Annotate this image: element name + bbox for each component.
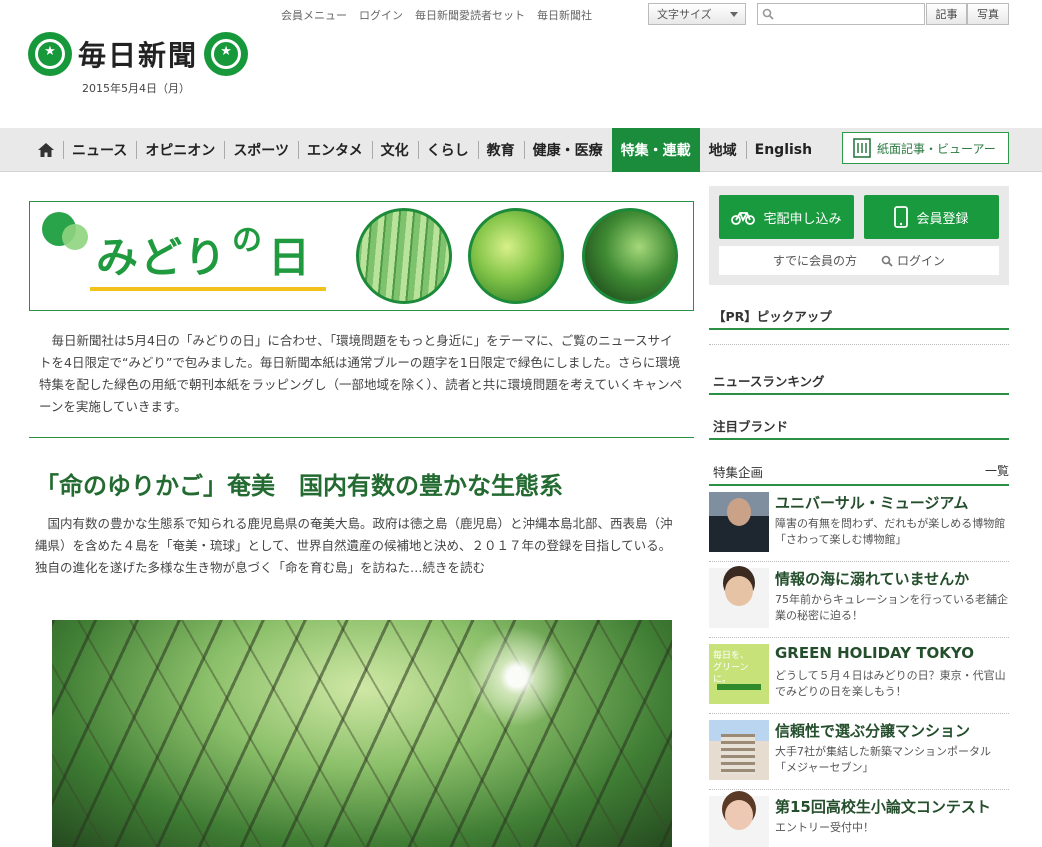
search-icon xyxy=(762,8,774,20)
paper-viewer-button[interactable]: 紙面記事・ビューアー xyxy=(842,132,1009,164)
divider xyxy=(709,328,1009,330)
article-lead: 国内有数の豊かな生態系で知られる鹿児島県の奄美大島。政府は徳之島（鹿児島）と沖縄… xyxy=(35,513,683,579)
divider xyxy=(29,437,694,438)
feature-title[interactable]: 信頼性で選ぶ分譲マンション xyxy=(775,720,970,741)
divider xyxy=(709,789,1009,790)
feature-thumbnail xyxy=(709,492,769,552)
article-headline[interactable]: 「命のゆりかご」奄美 国内有数の豊かな生態系 xyxy=(35,466,563,501)
special-heading: 特集企画 xyxy=(713,465,764,480)
nav-education[interactable]: 教育 xyxy=(477,128,524,172)
feature-thumbnail: 毎日を、グリーンに。 xyxy=(709,644,769,704)
feature-item[interactable]: 情報の海に溺れていませんか 75年前からキュレーションを行っている老舗企業の秘密… xyxy=(709,568,1009,634)
link-company[interactable]: 毎日新聞社 xyxy=(537,7,592,23)
feature-thumbnail xyxy=(709,720,769,780)
main-nav: ニュース オピニオン スポーツ エンタメ 文化 くらし 教育 健康・医療 特集・… xyxy=(0,128,1042,172)
nav-opinion[interactable]: オピニオン xyxy=(136,128,224,172)
feature-desc: どうして５月４日はみどりの日？東京・代官山でみどりの日を楽しもう！ xyxy=(775,669,1006,698)
paper-viewer-label: 紙面記事・ビューアー xyxy=(877,141,996,156)
feature-title[interactable]: 情報の海に溺れていませんか xyxy=(775,568,969,589)
nav-sports[interactable]: スポーツ xyxy=(224,128,298,172)
top-links: 会員メニュー ログイン 毎日新聞愛読者セット 毎日新聞社 xyxy=(281,7,592,23)
article-photo[interactable] xyxy=(52,620,672,847)
news-ranking-heading[interactable]: ニュースランキング xyxy=(709,371,1009,390)
article-lead-text: 国内有数の豊かな生態系で知られる鹿児島県の奄美大島。政府は徳之島（鹿児島）と沖縄… xyxy=(35,516,673,575)
sidebar-login-link[interactable]: ログイン xyxy=(881,252,945,269)
feature-title[interactable]: ユニバーサル・ミュージアム xyxy=(775,492,968,513)
divider xyxy=(709,393,1009,395)
font-size-select[interactable]: 文字サイズ xyxy=(648,3,746,25)
banner-title-end: 日 xyxy=(268,233,313,282)
nav-features[interactable]: 特集・連載 xyxy=(611,128,700,172)
banner-underline xyxy=(90,287,326,291)
feature-desc: 75年前からキュレーションを行っている老舗企業の秘密に迫る！ xyxy=(775,593,1009,622)
midori-banner[interactable]: みどり の日 xyxy=(29,201,694,311)
forest-photo xyxy=(582,208,678,304)
link-member-menu[interactable]: 会員メニュー xyxy=(281,7,347,23)
link-login[interactable]: ログイン xyxy=(359,7,403,23)
divider xyxy=(709,561,1009,562)
nav-life[interactable]: くらし xyxy=(417,128,478,172)
bamboo-photo xyxy=(356,208,452,304)
nav-region[interactable]: 地域 xyxy=(700,128,746,172)
feature-thumbnail xyxy=(709,568,769,628)
home-icon[interactable] xyxy=(29,128,63,172)
feature-desc: 大手7社が集結した新築マンションポータル「メジャーセブン」 xyxy=(775,745,991,774)
feature-title[interactable]: 第15回高校生小論文コンテスト xyxy=(775,796,991,817)
decor-circle xyxy=(62,224,88,250)
site-logo[interactable]: 毎日新聞 xyxy=(28,32,249,76)
divider xyxy=(709,438,1009,440)
register-button[interactable]: 会員登録 xyxy=(864,195,999,239)
chevron-down-icon xyxy=(730,12,738,17)
divider xyxy=(709,637,1009,638)
font-size-label: 文字サイズ xyxy=(657,8,712,21)
nav-health[interactable]: 健康・医療 xyxy=(523,128,612,172)
feature-item[interactable]: 第15回高校生小論文コンテスト エントリー受付中！ xyxy=(709,796,1009,847)
sidebar-login-label: ログイン xyxy=(897,254,946,268)
feature-item[interactable]: 毎日を、グリーンに。 GREEN HOLIDAY TOKYO どうして５月４日は… xyxy=(709,644,1009,710)
search-articles-button[interactable]: 記事 xyxy=(926,3,967,25)
nav-english[interactable]: English xyxy=(745,128,821,172)
banner-title: みどり の日 xyxy=(96,223,313,285)
nav-culture[interactable]: 文化 xyxy=(371,128,418,172)
list-link[interactable]: 一覧 xyxy=(985,462,1009,479)
banner-title-no: の xyxy=(232,223,265,258)
bicycle-icon xyxy=(731,212,756,225)
logo-seal-icon xyxy=(204,32,249,76)
feature-thumbnail xyxy=(709,796,769,847)
delivery-button[interactable]: 宅配申し込み xyxy=(719,195,854,239)
feature-desc: 障害の有無を問わず、だれもが楽しめる博物館「さわって楽しむ博物館」 xyxy=(775,517,1006,546)
divider xyxy=(709,484,1009,486)
featured-brand-heading[interactable]: 注目ブランド xyxy=(709,416,1009,435)
already-member-text: すでに会員の方 xyxy=(772,254,858,268)
leaves-photo xyxy=(468,208,564,304)
newspaper-icon xyxy=(853,138,871,158)
search-photos-button[interactable]: 写真 xyxy=(967,3,1009,25)
pr-pickup-heading: 【PR】ピックアップ xyxy=(713,309,832,324)
member-login-bar: すでに会員の方 ログイン xyxy=(719,246,999,275)
feature-title[interactable]: GREEN HOLIDAY TOKYO xyxy=(775,644,974,662)
current-date: 2015年5月4日（月） xyxy=(82,82,190,95)
feature-item[interactable]: ユニバーサル・ミュージアム 障害の有無を問わず、だれもが楽しめる博物館「さわって… xyxy=(709,492,1009,558)
smartphone-icon xyxy=(894,206,909,228)
member-box: 宅配申し込み 会員登録 すでに会員の方 ログイン xyxy=(709,186,1009,285)
delivery-label: 宅配申し込み xyxy=(763,211,842,227)
thumbnail-caption: 毎日を、グリーンに。 xyxy=(713,651,750,685)
nav-entertainment[interactable]: エンタメ xyxy=(298,128,372,172)
divider xyxy=(709,344,1009,345)
read-more-link[interactable]: 続きを読む xyxy=(423,560,486,575)
search-input[interactable] xyxy=(757,3,925,25)
feature-item[interactable]: 信頼性で選ぶ分譲マンション 大手7社が集結した新築マンションポータル「メジャーセ… xyxy=(709,720,1009,786)
register-label: 会員登録 xyxy=(916,211,969,227)
logo-seal-icon xyxy=(28,32,72,76)
nav-news[interactable]: ニュース xyxy=(63,128,136,172)
intro-text: 毎日新聞社は5月4日の「みどりの日」に合わせ、「環境問題をもっと身近に」をテーマ… xyxy=(39,333,683,414)
feature-desc: エントリー受付中！ xyxy=(775,821,874,834)
banner-title-main: みどり xyxy=(96,233,229,282)
logo-text: 毎日新聞 xyxy=(78,39,199,72)
divider xyxy=(709,713,1009,714)
link-reader-set[interactable]: 毎日新聞愛読者セット xyxy=(415,7,525,23)
search-icon xyxy=(881,255,893,267)
